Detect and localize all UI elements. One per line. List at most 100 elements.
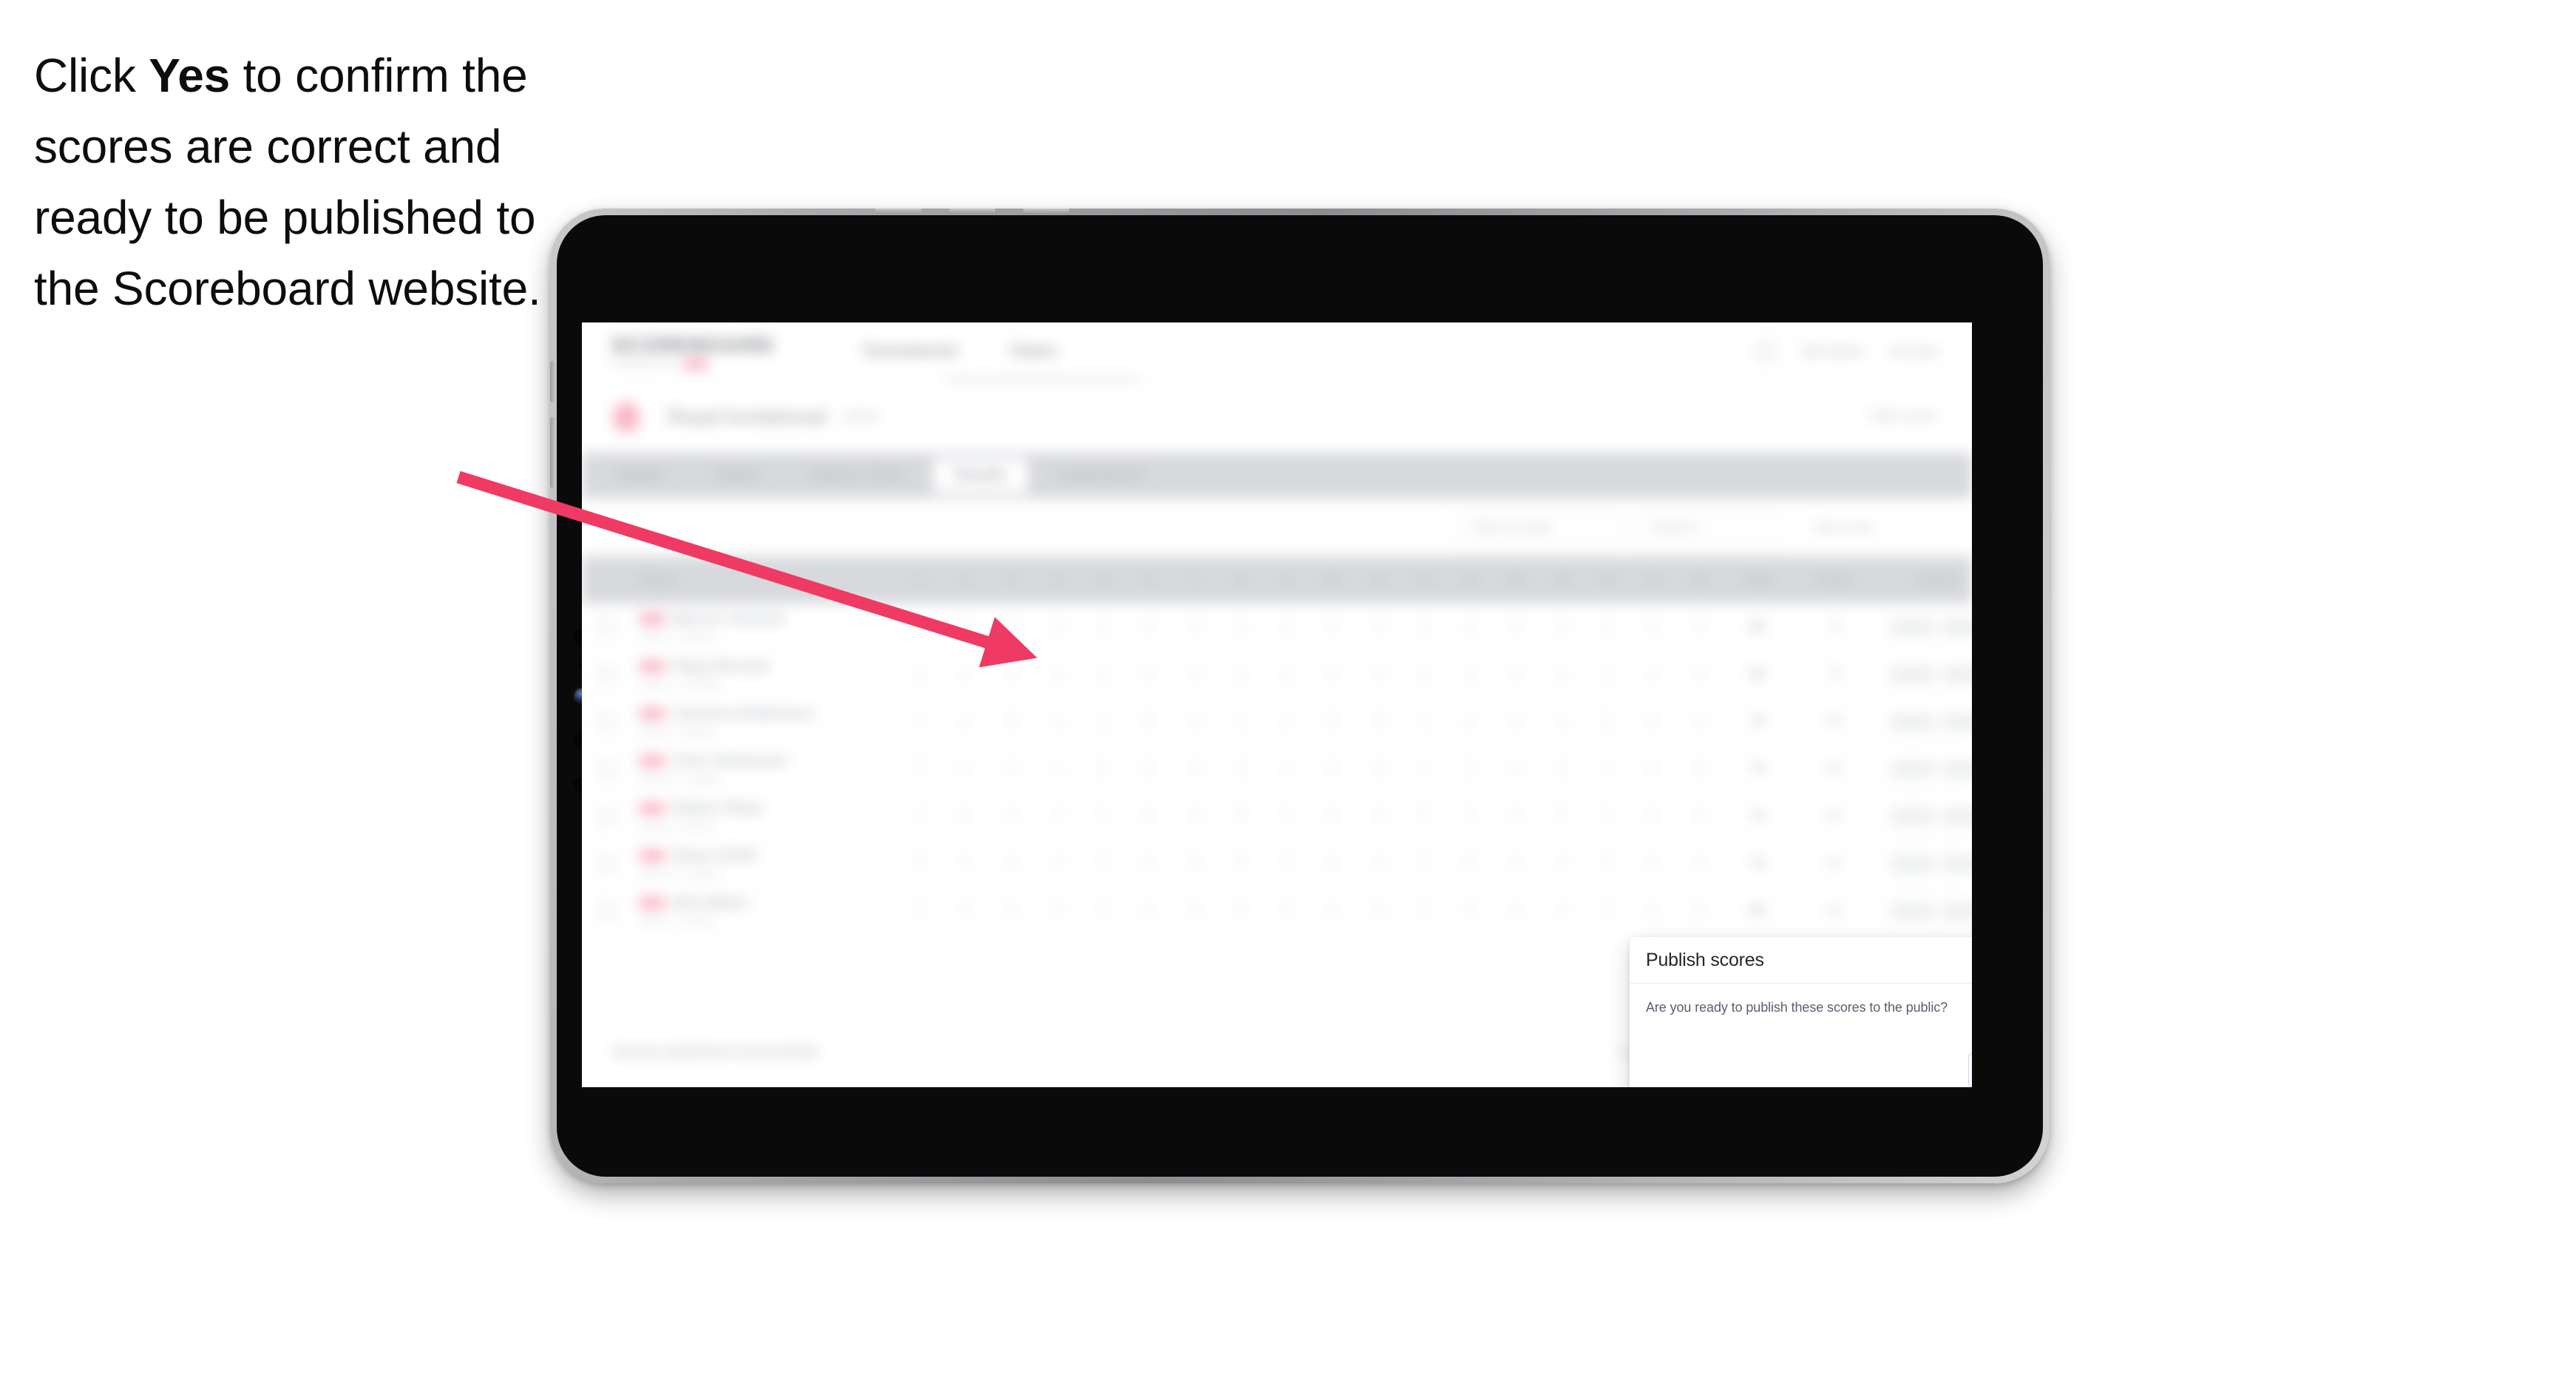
score-cell[interactable]: 3 bbox=[1126, 761, 1172, 777]
score-cell[interactable]: 4 bbox=[1264, 856, 1309, 871]
score-cell[interactable]: 5 bbox=[1080, 619, 1126, 635]
score-cell[interactable]: 4 bbox=[1080, 903, 1126, 919]
score-cell[interactable]: 4 bbox=[1539, 856, 1584, 871]
score-cell[interactable]: 4 bbox=[1493, 856, 1539, 871]
table-row[interactable]: Diane Smith Team 3 • Ladies' 5 4 5 4 4 4 5 6 4 5 4 4 5… bbox=[582, 840, 1972, 888]
table-row[interactable]: Chris Hammond Team 2 • Ladies' 5 4 4 4 5 3 4 6 4 4 5… bbox=[582, 746, 1972, 793]
score-cell[interactable]: 5 bbox=[1126, 714, 1172, 729]
score-cell[interactable]: 4 bbox=[1493, 808, 1539, 824]
score-cell[interactable]: 5 bbox=[1172, 903, 1218, 919]
score-cell[interactable]: 4 bbox=[1401, 761, 1447, 777]
score-cell[interactable]: 4 bbox=[1584, 761, 1630, 777]
score-cell[interactable]: 5 bbox=[1218, 903, 1264, 919]
score-cell[interactable]: 4 bbox=[1630, 761, 1676, 777]
score-cell[interactable]: 4 bbox=[1218, 619, 1264, 635]
score-cell[interactable]: 4 bbox=[943, 903, 989, 919]
score-cell[interactable]: 4 bbox=[1172, 714, 1218, 729]
score-cell[interactable]: 4 bbox=[897, 903, 943, 919]
score-cell[interactable]: 5 bbox=[1447, 856, 1493, 871]
score-cell[interactable]: 4 bbox=[897, 714, 943, 729]
score-cell[interactable]: 3 bbox=[1309, 714, 1355, 729]
score-cell[interactable]: 5 bbox=[1401, 808, 1447, 824]
score-cell[interactable]: 4 bbox=[1126, 903, 1172, 919]
score-cell[interactable]: 5 bbox=[1218, 666, 1264, 682]
score-cell[interactable]: 4 bbox=[943, 666, 989, 682]
view-action-button[interactable] bbox=[1942, 760, 1972, 777]
row-checkbox[interactable] bbox=[582, 902, 631, 920]
row-actions[interactable] bbox=[1876, 618, 1972, 635]
table-row[interactable]: Pippa Burnett Team 1 • Ladies' 5 4 4 3 5 4 4 5 3 4 4… bbox=[582, 651, 1972, 698]
score-cell[interactable]: 4 bbox=[943, 714, 989, 729]
score-cell[interactable]: 4 bbox=[1401, 714, 1447, 729]
volume-button[interactable] bbox=[550, 417, 555, 488]
score-cell[interactable]: 4 bbox=[1218, 714, 1264, 729]
score-cell[interactable]: 5 bbox=[1172, 856, 1218, 871]
score-cell[interactable]: 4 bbox=[1309, 808, 1355, 824]
score-cell[interactable]: 4 bbox=[989, 666, 1034, 682]
score-cell[interactable]: 5 bbox=[943, 808, 989, 824]
score-cell[interactable]: 6 bbox=[1218, 761, 1264, 777]
score-cell[interactable]: 4 bbox=[897, 808, 943, 824]
edit-action-button[interactable] bbox=[1890, 808, 1934, 825]
score-cell[interactable]: 5 bbox=[1034, 903, 1080, 919]
score-cell[interactable]: 5 bbox=[1539, 666, 1584, 682]
row-actions[interactable] bbox=[1876, 666, 1972, 683]
score-cell[interactable]: 5 bbox=[1493, 903, 1539, 919]
view-action-button[interactable] bbox=[1942, 855, 1972, 872]
view-action-button[interactable] bbox=[1942, 808, 1972, 825]
score-cell[interactable]: 5 bbox=[1676, 903, 1722, 919]
score-cell[interactable]: 4 bbox=[1034, 761, 1080, 777]
score-cell[interactable]: 5 bbox=[1493, 619, 1539, 635]
tab-games-draw[interactable]: Games / Draw bbox=[788, 459, 926, 493]
edit-event-button[interactable]: Edit event bbox=[1871, 408, 1936, 425]
power-button[interactable] bbox=[550, 361, 555, 402]
filter-team-only[interactable]: Team only bbox=[1797, 510, 1942, 544]
edit-action-button[interactable] bbox=[1890, 760, 1934, 777]
nav-link-teams[interactable]: Teams bbox=[1009, 342, 1057, 360]
score-cell[interactable]: 3 bbox=[1355, 808, 1401, 824]
score-cell[interactable]: 4 bbox=[1493, 761, 1539, 777]
edit-action-button[interactable] bbox=[1890, 713, 1934, 730]
score-cell[interactable]: 4 bbox=[1309, 761, 1355, 777]
score-cell[interactable]: 3 bbox=[1447, 666, 1493, 682]
view-action-button[interactable] bbox=[1942, 713, 1972, 730]
score-cell[interactable]: 5 bbox=[989, 714, 1034, 729]
score-cell[interactable]: 4 bbox=[1264, 761, 1309, 777]
score-cell[interactable]: 4 bbox=[1630, 808, 1676, 824]
score-cell[interactable]: 4 bbox=[1630, 666, 1676, 682]
score-cell[interactable]: 4 bbox=[1172, 666, 1218, 682]
row-checkbox[interactable] bbox=[582, 807, 631, 825]
score-cell[interactable]: 4 bbox=[1080, 808, 1126, 824]
score-cell[interactable]: 4 bbox=[1447, 903, 1493, 919]
score-cell[interactable]: 4 bbox=[943, 856, 989, 871]
score-cell[interactable]: 4 bbox=[1676, 666, 1722, 682]
score-cell[interactable]: 5 bbox=[1539, 808, 1584, 824]
score-cell[interactable]: 4 bbox=[1493, 666, 1539, 682]
score-cell[interactable]: 4 bbox=[1172, 761, 1218, 777]
score-cell[interactable]: 4 bbox=[1584, 808, 1630, 824]
score-cell[interactable]: 5 bbox=[1309, 619, 1355, 635]
table-row[interactable]: Cameron Robertson Team 2 • Men's 4 4 5 4 3 5 4 4 4… bbox=[582, 698, 1972, 746]
score-cell[interactable]: 5 bbox=[943, 619, 989, 635]
score-cell[interactable]: 4 bbox=[1126, 619, 1172, 635]
row-checkbox[interactable] bbox=[582, 760, 631, 778]
score-cell[interactable]: 3 bbox=[1034, 808, 1080, 824]
checkbox-icon[interactable] bbox=[597, 618, 615, 636]
score-cell[interactable]: 4 bbox=[1676, 714, 1722, 729]
score-cell[interactable]: 5 bbox=[1584, 714, 1630, 729]
score-cell[interactable]: 5 bbox=[1539, 761, 1584, 777]
checkbox-icon[interactable] bbox=[597, 902, 615, 920]
score-cell[interactable]: 4 bbox=[1264, 903, 1309, 919]
score-cell[interactable]: 3 bbox=[1264, 666, 1309, 682]
checkbox-icon[interactable] bbox=[597, 760, 615, 778]
score-cell[interactable]: 5 bbox=[1401, 666, 1447, 682]
nav-link-tournaments[interactable]: Tournaments bbox=[861, 342, 958, 360]
score-cell[interactable]: 4 bbox=[1584, 619, 1630, 635]
tab-results[interactable]: Results bbox=[932, 459, 1028, 493]
score-cell[interactable]: 4 bbox=[1539, 619, 1584, 635]
score-cell[interactable]: 4 bbox=[1264, 808, 1309, 824]
score-cell[interactable]: 5 bbox=[897, 856, 943, 871]
score-cell[interactable]: 4 bbox=[1584, 903, 1630, 919]
score-cell[interactable]: 4 bbox=[1309, 666, 1355, 682]
score-cell[interactable]: 4 bbox=[1172, 808, 1218, 824]
